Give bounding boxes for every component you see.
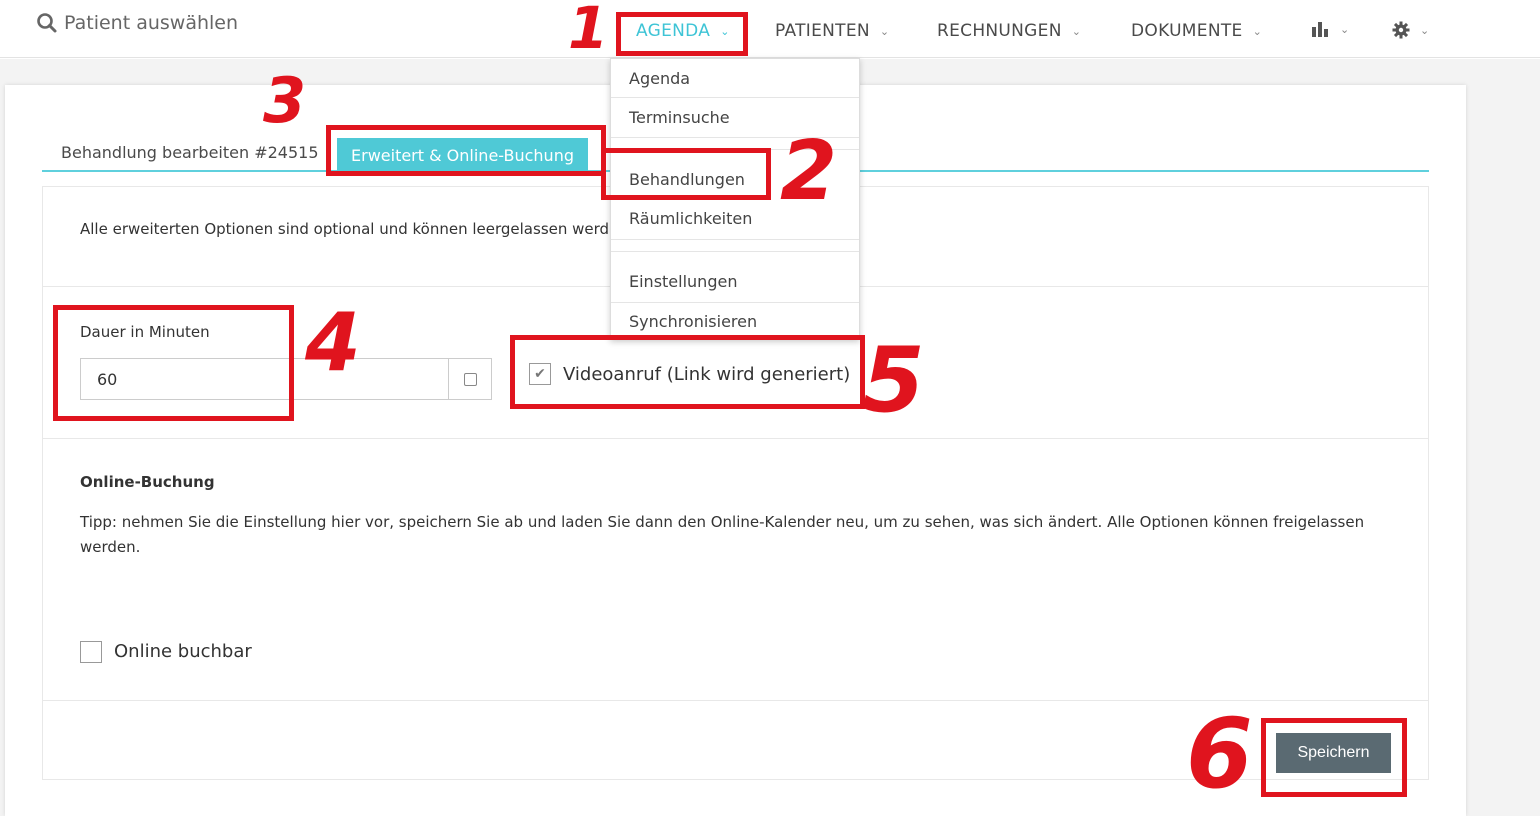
nav-rechnungen[interactable]: RECHNUNGEN ⌄ (937, 21, 1081, 41)
bar-chart-icon (1312, 22, 1328, 37)
annotation-number-6: 6 (1186, 698, 1253, 810)
annotation-box-4 (53, 305, 294, 421)
online-bookable-label: Online buchbar (114, 641, 252, 662)
annotation-number-1: 1 (568, 0, 609, 62)
online-bookable-checkbox[interactable] (80, 641, 102, 663)
nav-rechnungen-label: RECHNUNGEN (937, 21, 1062, 41)
nav-patienten[interactable]: PATIENTEN ⌄ (775, 21, 889, 41)
nav-statistics[interactable]: ⌄ (1312, 21, 1350, 37)
annotation-number-2: 2 (780, 124, 838, 219)
addon-checkbox-icon (463, 372, 477, 386)
online-booking-tip: Tipp: nehmen Sie die Einstellung hier vo… (80, 513, 1365, 556)
menu-item-agenda[interactable]: Agenda (611, 59, 859, 98)
search-placeholder: Patient auswählen (64, 12, 239, 34)
gear-icon (1392, 21, 1410, 39)
chevron-down-icon: ⌄ (1420, 23, 1430, 37)
nav-patienten-label: PATIENTEN (775, 21, 870, 41)
annotation-box-5 (510, 335, 865, 409)
info-text: Alle erweiterten Optionen sind optional … (80, 220, 610, 238)
chevron-down-icon: ⌄ (1340, 22, 1350, 36)
annotation-number-3: 3 (263, 64, 307, 137)
annotation-box-1 (616, 12, 748, 56)
annotation-number-4: 4 (305, 296, 361, 389)
annotation-box-2 (601, 148, 771, 200)
search-icon (37, 13, 57, 33)
menu-item-einstellungen[interactable]: Einstellungen (611, 262, 859, 301)
chevron-down-icon: ⌄ (1071, 24, 1082, 38)
chevron-down-icon: ⌄ (879, 24, 890, 38)
top-navigation: Patient auswählen AGENDA ⌄ PATIENTEN ⌄ R… (0, 0, 1540, 58)
patient-search[interactable]: Patient auswählen (36, 12, 238, 34)
nav-dokumente[interactable]: DOKUMENTE ⌄ (1131, 21, 1262, 41)
menu-divider (611, 251, 859, 252)
annotation-box-3 (326, 125, 606, 176)
nav-settings[interactable]: ⌄ (1392, 21, 1430, 39)
duration-addon-toggle[interactable] (448, 358, 492, 400)
online-booking-title: Online-Buchung (80, 473, 215, 491)
tab-edit-treatment[interactable]: Behandlung bearbeiten #24515 (61, 143, 319, 162)
chevron-down-icon: ⌄ (1252, 24, 1263, 38)
menu-divider (611, 239, 859, 240)
nav-dokumente-label: DOKUMENTE (1131, 21, 1243, 41)
divider (43, 438, 1428, 439)
annotation-number-5: 5 (862, 328, 925, 433)
annotation-box-6 (1261, 718, 1407, 797)
